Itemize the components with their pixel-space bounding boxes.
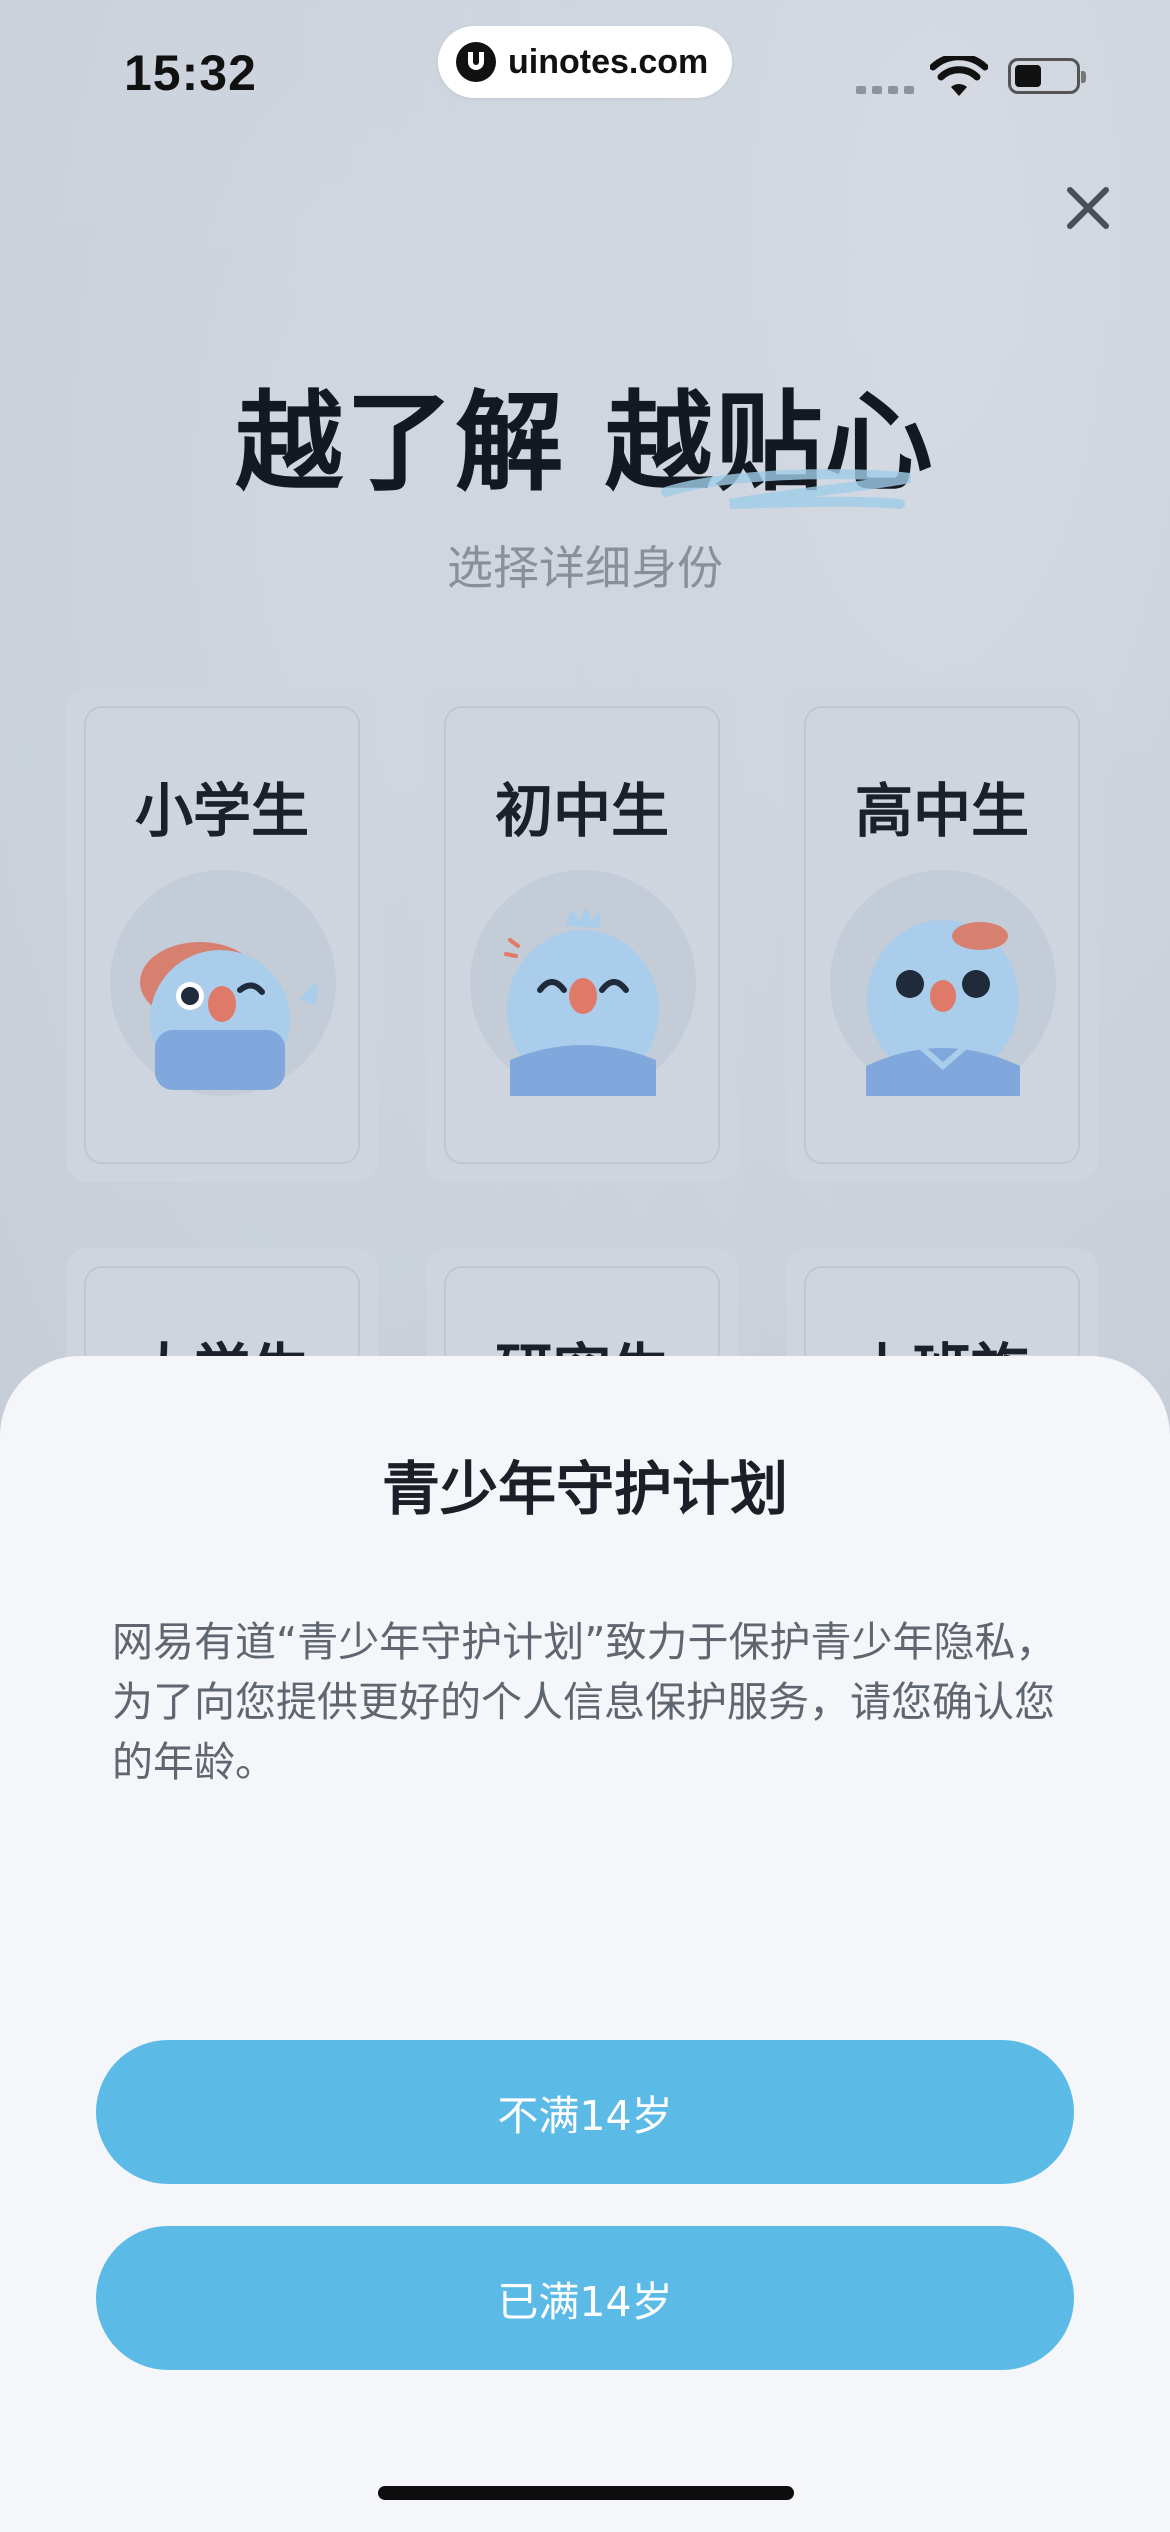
over-14-button[interactable]: 已满14岁 bbox=[96, 2226, 1074, 2370]
identity-card-senior[interactable]: 高中生 bbox=[786, 688, 1098, 1182]
status-time: 15:32 bbox=[124, 45, 257, 101]
identity-card-junior[interactable]: 初中生 bbox=[426, 688, 738, 1182]
url-badge: uinotes.com bbox=[438, 26, 732, 98]
uinotes-logo-icon bbox=[456, 42, 496, 82]
bird-cap-avatar-icon bbox=[110, 870, 336, 1096]
home-indicator bbox=[378, 2486, 794, 2500]
battery-icon bbox=[1008, 58, 1086, 94]
identity-card-label: 小学生 bbox=[134, 777, 309, 845]
identity-card-label: 初中生 bbox=[494, 777, 669, 845]
signal-icon bbox=[856, 86, 914, 94]
page-subtitle: 选择详细身份 bbox=[447, 541, 723, 595]
page-headline: 越了解 越贴心 bbox=[235, 381, 935, 506]
identity-card-label: 高中生 bbox=[854, 777, 1029, 845]
bird-hoodie-avatar-icon bbox=[470, 870, 696, 1096]
under-14-button[interactable]: 不满14岁 bbox=[96, 2040, 1074, 2184]
sheet-description: 网易有道“青少年守护计划”致力于保护青少年隐私，为了向您提供更好的个人信息保护服… bbox=[112, 1618, 1057, 1786]
wifi-icon bbox=[930, 56, 988, 96]
sheet-title: 青少年守护计划 bbox=[381, 1455, 788, 1523]
headline-underline-decoration bbox=[661, 469, 911, 509]
bird-beret-avatar-icon bbox=[830, 870, 1056, 1096]
identity-card-primary[interactable]: 小学生 bbox=[66, 688, 378, 1182]
close-icon[interactable] bbox=[1060, 180, 1116, 236]
url-text: uinotes.com bbox=[508, 42, 709, 81]
